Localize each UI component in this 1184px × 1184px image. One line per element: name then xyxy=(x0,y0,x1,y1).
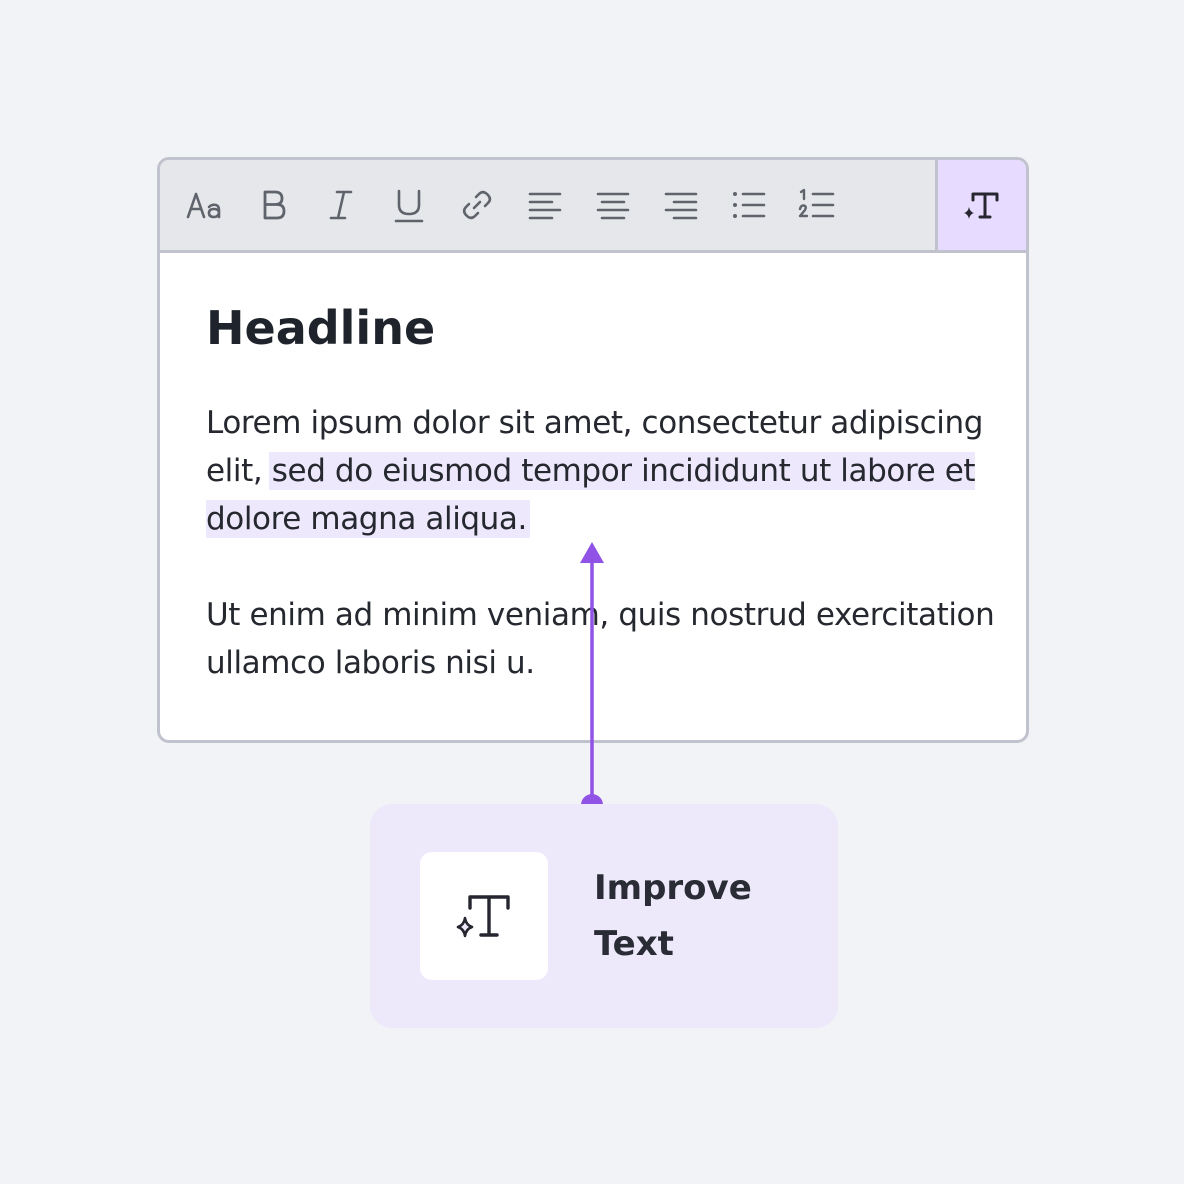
bold-icon xyxy=(263,190,286,220)
improve-text-button[interactable] xyxy=(935,160,1026,250)
bold-button[interactable] xyxy=(250,182,296,228)
numbered-list-button[interactable] xyxy=(794,182,840,228)
paragraph-2: Ut enim ad minim veniam, quis nostrud ex… xyxy=(206,597,995,681)
font-size-button[interactable] xyxy=(182,182,228,228)
align-center-icon xyxy=(596,192,630,220)
improve-text-label-line1: Improve xyxy=(594,868,752,908)
selected-text[interactable]: sed do eiusmod tempor incididunt ut labo… xyxy=(206,452,976,538)
align-right-button[interactable] xyxy=(658,182,704,228)
card-icon-tile xyxy=(420,852,548,980)
improve-text-label: Improve Text xyxy=(594,860,814,972)
improve-text-card[interactable]: Improve Text xyxy=(370,804,838,1028)
link-icon xyxy=(462,190,492,220)
bullet-list-icon xyxy=(733,192,766,218)
font-size-icon xyxy=(186,192,221,219)
improve-text-icon xyxy=(456,895,510,938)
italic-icon xyxy=(329,190,353,220)
align-right-icon xyxy=(664,192,698,220)
improve-text-icon xyxy=(964,192,999,219)
italic-button[interactable] xyxy=(318,182,364,228)
align-center-button[interactable] xyxy=(590,182,636,228)
numbered-list-icon xyxy=(798,188,835,218)
paragraph-1: Lorem ipsum dolor sit amet, consectetur … xyxy=(206,399,996,543)
bullet-list-button[interactable] xyxy=(726,182,772,228)
headline: Headline xyxy=(206,301,436,355)
improve-text-label-line2: Text xyxy=(594,924,674,964)
align-left-button[interactable] xyxy=(522,182,568,228)
align-left-icon xyxy=(528,192,562,220)
link-button[interactable] xyxy=(454,182,500,228)
text-editor: Headline Lorem ipsum dolor sit amet, con… xyxy=(157,157,1029,743)
underline-button[interactable] xyxy=(386,182,432,228)
underline-icon xyxy=(394,189,424,223)
formatting-toolbar xyxy=(160,160,1026,253)
